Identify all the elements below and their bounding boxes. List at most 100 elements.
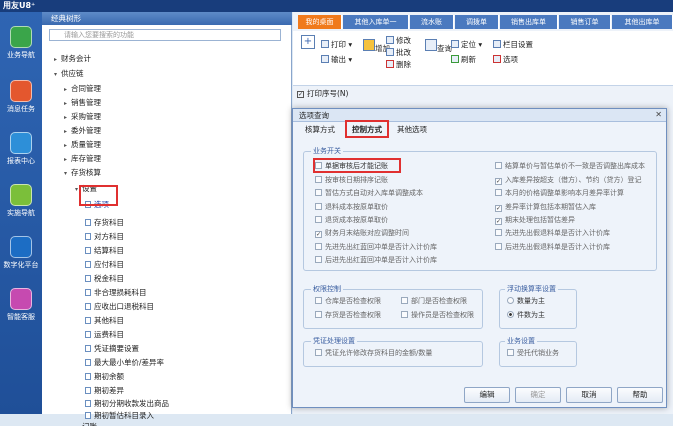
checkbox-box[interactable] <box>495 189 502 196</box>
options-button[interactable]: 选项 <box>493 54 518 65</box>
tree-item[interactable]: 期初分期收款发出商品 <box>85 399 169 409</box>
nav-messages[interactable]: 消息任务 <box>3 80 39 114</box>
nav-smart-service[interactable]: 智能客服 <box>3 288 39 322</box>
radio-circle[interactable] <box>507 297 514 304</box>
column-settings-button[interactable]: 栏目设置 <box>493 39 533 50</box>
checkbox-box[interactable] <box>495 243 502 250</box>
tree-item[interactable]: ▸ 质量管理 <box>64 140 101 150</box>
tree-item[interactable]: 其他科目 <box>85 316 124 326</box>
checkbox-box[interactable]: ✓ <box>495 205 502 212</box>
checkbox-box[interactable] <box>315 203 322 210</box>
output-button[interactable]: 输出 ▾ <box>321 54 352 65</box>
checkbox[interactable]: ✓ 入库差异按超支（借方）、节约（贷方）登记 <box>495 176 642 185</box>
print-serial-row[interactable]: ✓ 打印序号(N) <box>293 87 673 101</box>
print-serial-checkbox[interactable]: ✓ <box>297 91 304 98</box>
checkbox[interactable]: ✓ 期末处理包括暂估差异 <box>495 216 575 225</box>
checkbox[interactable]: 操作员是否检查权限 <box>401 311 474 320</box>
checkbox-box[interactable] <box>315 189 322 196</box>
tab-document[interactable]: 销售出库单 <box>500 15 558 29</box>
checkbox-box[interactable] <box>315 297 322 304</box>
checkbox-box[interactable] <box>495 162 502 169</box>
checkbox-box[interactable] <box>315 176 322 183</box>
tree-item[interactable]: 期初差异 <box>85 386 124 396</box>
nav-reports[interactable]: 报表中心 <box>3 132 39 166</box>
close-icon[interactable]: ✕ <box>655 110 662 119</box>
modify-button[interactable]: 修改 <box>386 35 411 46</box>
add-button[interactable]: 增加 <box>363 39 390 54</box>
tab-desktop[interactable]: 我的桌面 <box>298 15 342 29</box>
checkbox[interactable]: 后进先出假退料单是否计入计价库 <box>495 243 610 252</box>
plus-icon[interactable]: + <box>301 35 315 49</box>
checkbox[interactable]: 退料成本按原单取价 <box>315 203 388 212</box>
tree-item[interactable]: ▸ 销售管理 <box>64 98 101 108</box>
checkbox[interactable]: 受托代销业务 <box>507 349 559 358</box>
help-button[interactable]: 帮助 <box>617 387 663 403</box>
tree-item[interactable]: 税金科目 <box>85 274 124 284</box>
tree-item[interactable]: 凭证摘要设置 <box>85 344 139 354</box>
tree-item[interactable]: ▸ 合同管理 <box>64 84 101 94</box>
checkbox[interactable]: 退货成本按原单取价 <box>315 216 388 225</box>
checkbox[interactable]: 暂估方式自动对入库单调整成本 <box>315 189 423 198</box>
checkbox-box[interactable] <box>315 311 322 318</box>
checkbox-box[interactable] <box>315 256 322 263</box>
checkbox-box[interactable] <box>315 349 322 356</box>
checkbox[interactable]: ✓ 财务月末结账对应调整时间 <box>315 229 409 238</box>
tree-item[interactable]: 应收出口退税科目 <box>85 302 154 312</box>
radio-quantity[interactable]: 数量为主 <box>507 297 545 306</box>
tree-item[interactable]: 结算科目 <box>85 246 124 256</box>
checkbox[interactable]: 本月的价格调整单影响本月差异率计算 <box>495 189 624 198</box>
checkbox-box[interactable] <box>507 349 514 356</box>
radio-pieces[interactable]: 件数为主 <box>507 311 545 320</box>
tree-item[interactable]: ▸ 委外管理 <box>64 126 101 136</box>
tree-item[interactable]: 对方科目 <box>85 232 124 242</box>
nav-implementation[interactable]: 实施导航 <box>3 184 39 218</box>
print-button[interactable]: 打印 ▾ <box>321 39 352 50</box>
tree-item[interactable]: 应付科目 <box>85 260 124 270</box>
cancel-button[interactable]: 取消 <box>566 387 612 403</box>
tree-item[interactable]: ▾ 供应链 <box>54 69 84 79</box>
checkbox[interactable]: 凭证允许修改存货科目的金额/数量 <box>315 349 432 358</box>
tree-item[interactable]: 存货科目 <box>85 218 124 228</box>
ok-button[interactable]: 确定 <box>515 387 561 403</box>
checkbox[interactable]: 仓库是否检查权限 <box>315 297 381 306</box>
checkbox-box[interactable] <box>315 243 322 250</box>
query-button[interactable]: 查询 <box>425 39 452 54</box>
tab-document[interactable]: 调拨单 <box>455 15 499 29</box>
checkbox-box[interactable] <box>401 297 408 304</box>
checkbox[interactable]: 存货是否检查权限 <box>315 311 381 320</box>
tab-document[interactable]: 其他入库单一 <box>343 15 409 29</box>
checkbox[interactable]: 结算单价与暂估单价不一致是否调整出库成本 <box>495 162 645 171</box>
tree-item[interactable]: 非合理损耗科目 <box>85 288 147 298</box>
checkbox[interactable]: 后进先出红蓝回冲单是否计入计价库 <box>315 256 437 265</box>
tree-item[interactable]: ▸记账 <box>75 422 97 426</box>
checkbox[interactable]: 部门是否检查权限 <box>401 297 467 306</box>
tab-document[interactable]: 销售订单 <box>559 15 611 29</box>
tab-other-options[interactable]: 其他选项 <box>397 123 427 137</box>
checkbox-box[interactable] <box>495 229 502 236</box>
checkbox[interactable]: 按审核日期排序记账 <box>315 176 388 185</box>
delete-button[interactable]: 删除 <box>386 59 411 70</box>
locate-button[interactable]: 定位 ▾ <box>451 39 482 50</box>
refresh-button[interactable]: 刷新 <box>451 54 476 65</box>
nav-digital-platform[interactable]: 数字化平台 <box>3 236 39 270</box>
checkbox-box[interactable]: ✓ <box>495 218 502 225</box>
tree-item[interactable]: ▸ 财务会计 <box>54 54 91 64</box>
edit-button[interactable]: 编辑 <box>464 387 510 403</box>
checkbox[interactable]: ✓ 差异率计算包括本期暂估入库 <box>495 203 596 212</box>
checkbox[interactable]: 先进先出红蓝回冲单是否计入计价库 <box>315 243 437 252</box>
tab-accounting-method[interactable]: 核算方式 <box>305 123 335 137</box>
tree-item[interactable]: ▸ 库存管理 <box>64 154 101 164</box>
checkbox-box[interactable] <box>315 216 322 223</box>
tab-document[interactable]: 流水账 <box>410 15 454 29</box>
radio-circle[interactable] <box>507 311 514 318</box>
tree-item[interactable]: 运费科目 <box>85 330 124 340</box>
checkbox-box[interactable] <box>401 311 408 318</box>
nav-business[interactable]: 业务导航 <box>3 26 39 60</box>
tree-search-input[interactable]: 请输入您要搜索的功能 <box>49 29 281 41</box>
checkbox-box[interactable]: ✓ <box>495 178 502 185</box>
checkbox[interactable]: 先进先出假退料单是否计入计价库 <box>495 229 610 238</box>
tree-item[interactable]: ▾ 存货核算 <box>64 168 101 178</box>
tree-item[interactable]: 最大最小单价/差异率 <box>85 358 164 368</box>
checkbox-box[interactable]: ✓ <box>315 231 322 238</box>
tree-item[interactable]: 期初余额 <box>85 372 124 382</box>
